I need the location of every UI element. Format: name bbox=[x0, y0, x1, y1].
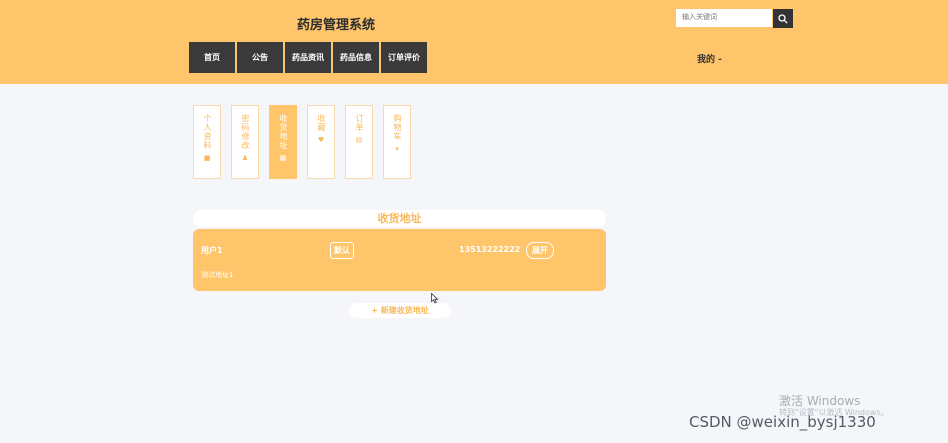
new-address-button[interactable]: + 新建收货地址 bbox=[349, 303, 451, 318]
nav-item[interactable]: 首页 bbox=[189, 42, 235, 73]
file-icon: ▤ bbox=[355, 136, 363, 144]
nav-item[interactable]: 公告 bbox=[237, 42, 283, 73]
user-menu[interactable]: 我的 - bbox=[697, 52, 722, 65]
profile-tabs: 个人资料 ■ 密码修改 ♟ 收货地址 ▦ 收藏 ♥ 订单 ▤ 购物车 ▾ bbox=[193, 105, 421, 179]
tab-label: 密码修改 bbox=[241, 114, 250, 150]
tab-label: 收藏 bbox=[317, 114, 326, 132]
address-card[interactable]: 用户1 默认 13513222222 展开 测试地址1 bbox=[193, 229, 606, 291]
search-icon bbox=[778, 13, 788, 24]
nav-item[interactable]: 药品信息 bbox=[333, 42, 379, 73]
mouse-cursor-icon bbox=[431, 293, 439, 304]
address-detail: 测试地址1 bbox=[201, 271, 234, 279]
default-badge: 默认 bbox=[330, 242, 354, 259]
expand-button[interactable]: 展开 bbox=[526, 242, 554, 259]
tab-label: 个人资料 bbox=[203, 114, 212, 150]
site-title: 药房管理系统 bbox=[296, 18, 375, 33]
tab-label: 收货地址 bbox=[279, 114, 288, 150]
tab-home[interactable]: 个人资料 ■ bbox=[193, 105, 221, 179]
csdn-watermark: CSDN @weixin_bysj1330 bbox=[689, 413, 876, 431]
address-name: 用户1 bbox=[201, 246, 223, 255]
address-phone: 13513222222 bbox=[459, 245, 521, 254]
user-icon: ♟ bbox=[241, 154, 249, 162]
cart-icon: ▾ bbox=[395, 145, 399, 153]
header: 药房管理系统 首页公告药品资讯药品信息订单评价 我的 - bbox=[0, 0, 948, 84]
tab-cart[interactable]: 购物车 ▾ bbox=[383, 105, 411, 179]
nav-item[interactable]: 药品资讯 bbox=[285, 42, 331, 73]
main-nav: 首页 公告 药品资讯 药品信息 订单评价 bbox=[189, 42, 429, 73]
heart-icon: ♥ bbox=[317, 136, 325, 144]
section-title: 收货地址 bbox=[193, 210, 606, 227]
home-icon: ■ bbox=[203, 154, 211, 162]
tab-label: 订单 bbox=[355, 114, 364, 132]
tab-label: 购物车 bbox=[393, 114, 402, 141]
nav-item[interactable]: 订单评价 bbox=[381, 42, 427, 73]
grid-icon: ▦ bbox=[279, 154, 287, 162]
tab-file[interactable]: 订单 ▤ bbox=[345, 105, 373, 179]
tab-grid[interactable]: 收货地址 ▦ bbox=[269, 105, 297, 179]
tab-user[interactable]: 密码修改 ♟ bbox=[231, 105, 259, 179]
tab-heart[interactable]: 收藏 ♥ bbox=[307, 105, 335, 179]
search-button[interactable] bbox=[773, 9, 793, 28]
search-input[interactable] bbox=[676, 9, 772, 27]
